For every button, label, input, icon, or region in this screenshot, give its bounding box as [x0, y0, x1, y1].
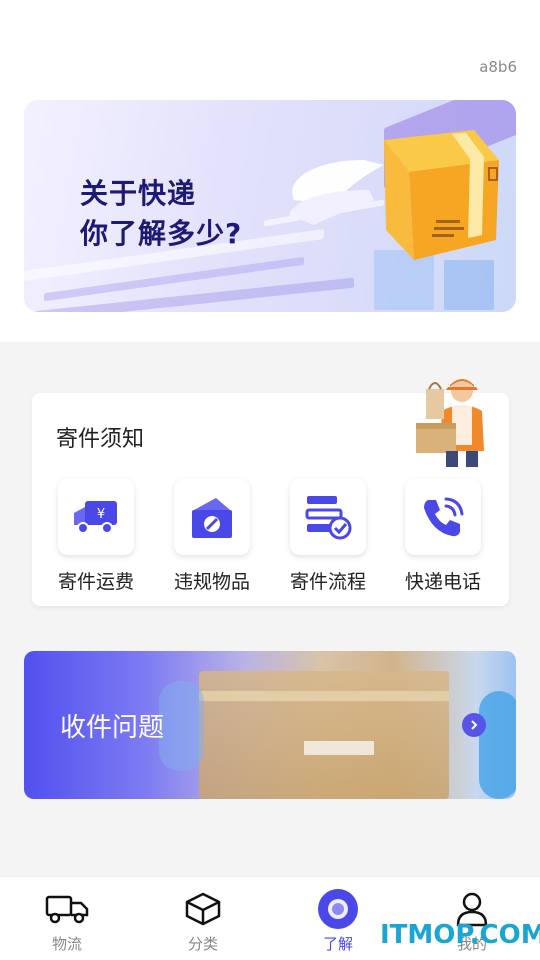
hero-banner[interactable]: 关于快递 你了解多少?	[24, 100, 516, 312]
tab-label: 了解	[322, 935, 353, 953]
receive-arrow-button[interactable]	[462, 713, 486, 737]
watermark: ITMOP.COM	[380, 920, 540, 950]
tab-category[interactable]: 分类	[163, 889, 243, 954]
notice-item-label: 寄件流程	[289, 571, 366, 593]
box-layers-icon	[185, 892, 221, 926]
hero-title-line1: 关于快递	[80, 177, 197, 210]
tab-learn[interactable]: 了解	[298, 889, 378, 954]
winged-parcel-icon	[289, 130, 499, 260]
notice-item-icon-box: ¥	[58, 479, 134, 555]
tab-label: 分类	[187, 935, 218, 953]
top-area: a8b6 关于快递 你了解多少?	[0, 0, 540, 342]
notice-item-freight[interactable]: ¥ 寄件运费	[48, 479, 144, 594]
parcel-tape	[199, 691, 449, 701]
notice-item-phone[interactable]: 快递电话	[395, 479, 491, 594]
receive-title: 收件问题	[60, 713, 165, 743]
tab-logistics[interactable]: 物流	[27, 889, 107, 954]
notice-item-icon-box	[174, 479, 250, 555]
receive-issues-banner[interactable]: 收件问题	[24, 651, 516, 799]
truck-icon	[45, 895, 89, 924]
sending-notice-card: 寄件须知 ¥ 寄件运费 违规物品 寄件流程 快递电话	[32, 379, 509, 606]
notice-item-label: 快递电话	[404, 571, 481, 593]
glove-right	[479, 691, 516, 799]
hero-title-line2: 你了解多少?	[80, 217, 243, 250]
glove-left	[159, 681, 204, 771]
notice-item-label: 寄件运费	[57, 571, 134, 593]
notice-item-process[interactable]: 寄件流程	[280, 479, 376, 594]
process-checklist-icon	[305, 496, 352, 540]
notice-title: 寄件须知	[56, 427, 145, 452]
svg-text:¥: ¥	[97, 507, 105, 522]
hero-title: 关于快递 你了解多少?	[80, 174, 242, 254]
explore-icon	[318, 889, 358, 929]
parcel-label	[304, 741, 374, 755]
notice-item-prohibited[interactable]: 违规物品	[164, 479, 260, 594]
corner-label: a8b6	[479, 58, 517, 76]
chevron-right-icon	[471, 720, 478, 730]
notice-item-icon-box	[405, 479, 481, 555]
tab-label: 物流	[51, 935, 82, 953]
phone-ring-icon	[424, 497, 464, 537]
truck-yen-icon: ¥	[74, 501, 117, 534]
courier-illustration-icon	[416, 379, 484, 467]
notice-item-label: 违规物品	[173, 571, 250, 593]
notice-item-icon-box	[290, 479, 366, 555]
forbidden-box-icon	[192, 498, 232, 538]
